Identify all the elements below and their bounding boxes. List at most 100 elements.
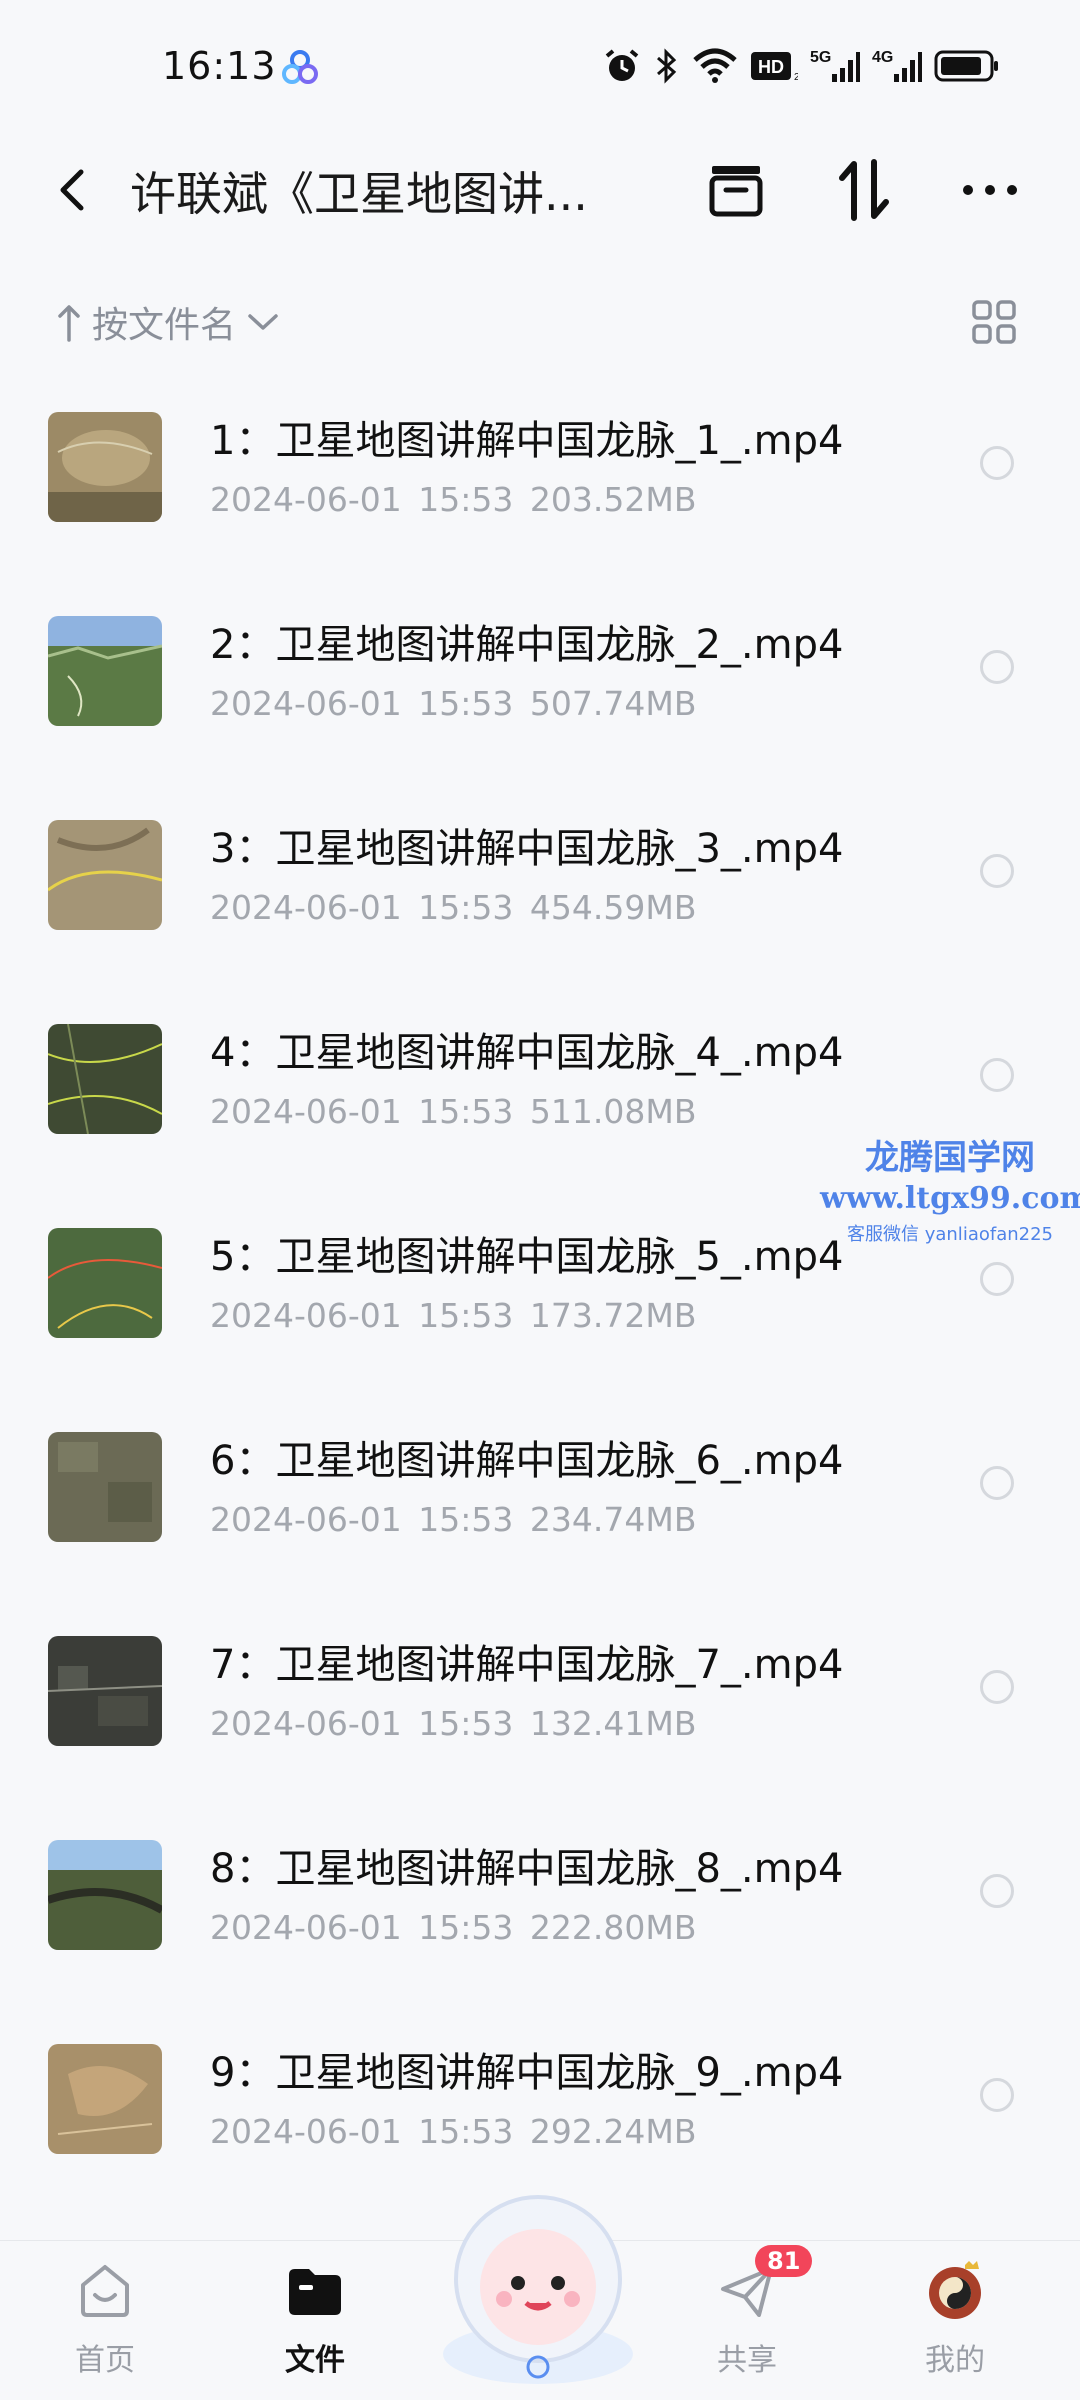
video-thumbnail: [48, 2044, 162, 2154]
file-date: 2024-06-01: [210, 888, 402, 927]
sort-toggle[interactable]: 按文件名: [56, 296, 280, 348]
grid-view-icon: [972, 300, 1016, 344]
file-name: 7：卫星地图讲解中国龙脉_7_.mp4: [210, 1642, 844, 1688]
video-thumbnail: [48, 412, 162, 522]
signal-4g-icon: 4G: [872, 49, 922, 82]
file-name: 2：卫星地图讲解中国龙脉_2_.mp4: [210, 622, 844, 668]
archive-icon: [709, 166, 763, 217]
video-thumbnail: [48, 1840, 162, 1950]
file-size: 454.59MB: [529, 888, 697, 927]
file-time: 15:53: [418, 1092, 514, 1131]
file-size: 203.52MB: [529, 480, 697, 519]
more-icon: [963, 185, 1017, 195]
select-radio[interactable]: [980, 2078, 1014, 2112]
page-title: 许联斌《卫星地图讲...: [130, 167, 588, 221]
file-row[interactable]: 2：卫星地图讲解中国龙脉_2_.mp4 2024-06-01 15:53 507…: [0, 580, 1080, 784]
nav-share-label: 共享: [717, 2343, 777, 2378]
svg-text:2: 2: [794, 72, 798, 83]
file-time: 15:53: [418, 888, 514, 927]
file-time: 15:53: [418, 684, 514, 723]
file-row[interactable]: 6：卫星地图讲解中国龙脉_6_.mp4 2024-06-01 15:53 234…: [0, 1396, 1080, 1600]
file-meta: 2024-06-01 15:53 511.08MB: [210, 1092, 696, 1131]
nav-home-label: 首页: [75, 2343, 135, 2378]
file-time: 15:53: [418, 480, 514, 519]
file-time: 15:53: [418, 1704, 514, 1743]
file-row[interactable]: 3：卫星地图讲解中国龙脉_3_.mp4 2024-06-01 15:53 454…: [0, 784, 1080, 988]
wifi-icon: [693, 48, 737, 83]
watermark-url: www.ltgx99.com: [820, 1181, 1080, 1216]
file-meta: 2024-06-01 15:53 234.74MB: [210, 1500, 696, 1539]
bluetooth-icon: [657, 48, 677, 84]
hd-text: HD: [758, 57, 784, 77]
file-size: 511.08MB: [529, 1092, 697, 1131]
video-thumbnail: [48, 1024, 162, 1134]
file-date: 2024-06-01: [210, 1092, 402, 1131]
file-time: 15:53: [418, 1296, 514, 1335]
nav-files[interactable]: 文件: [240, 2259, 390, 2379]
file-date: 2024-06-01: [210, 1908, 402, 1947]
file-meta: 2024-06-01 15:53 454.59MB: [210, 888, 696, 927]
home-icon: [81, 2265, 129, 2317]
watermark-title: 龙腾国学网: [865, 1138, 1035, 1178]
transfer-button[interactable]: [824, 150, 904, 230]
file-row[interactable]: 8：卫星地图讲解中国龙脉_8_.mp4 2024-06-01 15:53 222…: [0, 1804, 1080, 2008]
nav-home[interactable]: 首页: [30, 2259, 180, 2379]
file-date: 2024-06-01: [210, 684, 402, 723]
file-date: 2024-06-01: [210, 1296, 402, 1335]
archive-button[interactable]: [696, 150, 776, 230]
select-radio[interactable]: [980, 1874, 1014, 1908]
transfer-icon: [839, 159, 889, 221]
status-bar: 16:13 HD 2 5G 4G: [0, 0, 1080, 130]
file-name: 8：卫星地图讲解中国龙脉_8_.mp4: [210, 1846, 844, 1892]
header: 许联斌《卫星地图讲...: [0, 130, 1080, 250]
sort-bar: 按文件名: [0, 290, 1080, 360]
nav-profile-label: 我的: [925, 2343, 985, 2378]
folder-icon: [289, 2269, 341, 2315]
video-thumbnail: [48, 820, 162, 930]
select-radio[interactable]: [980, 1670, 1014, 1704]
file-meta: 2024-06-01 15:53 173.72MB: [210, 1296, 696, 1335]
battery-icon: [934, 50, 998, 82]
file-row[interactable]: 1：卫星地图讲解中国龙脉_1_.mp4 2024-06-01 15:53 203…: [0, 376, 1080, 580]
select-radio[interactable]: [980, 1058, 1014, 1092]
file-date: 2024-06-01: [210, 2112, 402, 2151]
select-radio[interactable]: [980, 1466, 1014, 1500]
chevron-down-icon: [248, 314, 278, 330]
file-name: 5：卫星地图讲解中国龙脉_5_.mp4: [210, 1234, 844, 1280]
select-radio[interactable]: [980, 1262, 1014, 1296]
file-time: 15:53: [418, 2112, 514, 2151]
app-logo-icon: [282, 50, 318, 84]
file-size: 132.41MB: [529, 1704, 697, 1743]
file-meta: 2024-06-01 15:53 292.24MB: [210, 2112, 696, 2151]
avatar-icon: [929, 2261, 981, 2319]
file-meta: 2024-06-01 15:53 222.80MB: [210, 1908, 696, 1947]
mascot-button[interactable]: [428, 2179, 648, 2399]
alarm-icon: [605, 49, 639, 81]
file-date: 2024-06-01: [210, 480, 402, 519]
signal-5g-icon: 5G: [810, 49, 860, 82]
nav-share[interactable]: 81 共享: [672, 2245, 822, 2379]
select-radio[interactable]: [980, 854, 1014, 888]
back-button[interactable]: [48, 154, 96, 226]
select-radio[interactable]: [980, 446, 1014, 480]
file-list: 1：卫星地图讲解中国龙脉_1_.mp4 2024-06-01 15:53 203…: [0, 376, 1080, 2212]
file-size: 222.80MB: [529, 1908, 697, 1947]
more-button[interactable]: [950, 150, 1030, 230]
file-size: 234.74MB: [529, 1500, 697, 1539]
sort-label: 按文件名: [92, 305, 237, 346]
4g-text: 4G: [872, 49, 893, 66]
file-row[interactable]: 7：卫星地图讲解中国龙脉_7_.mp4 2024-06-01 15:53 132…: [0, 1600, 1080, 1804]
file-name: 3：卫星地图讲解中国龙脉_3_.mp4: [210, 826, 844, 872]
select-radio[interactable]: [980, 650, 1014, 684]
5g-text: 5G: [810, 49, 831, 66]
video-thumbnail: [48, 1228, 162, 1338]
file-time: 15:53: [418, 1908, 514, 1947]
grid-view-button[interactable]: [970, 298, 1018, 346]
watermark-contact: 客服微信 yanliaofan225: [847, 1224, 1053, 1245]
file-meta: 2024-06-01 15:53 507.74MB: [210, 684, 696, 723]
file-size: 173.72MB: [529, 1296, 697, 1335]
back-icon: [60, 169, 84, 211]
video-thumbnail: [48, 616, 162, 726]
file-date: 2024-06-01: [210, 1500, 402, 1539]
nav-profile[interactable]: 我的: [880, 2259, 1030, 2379]
